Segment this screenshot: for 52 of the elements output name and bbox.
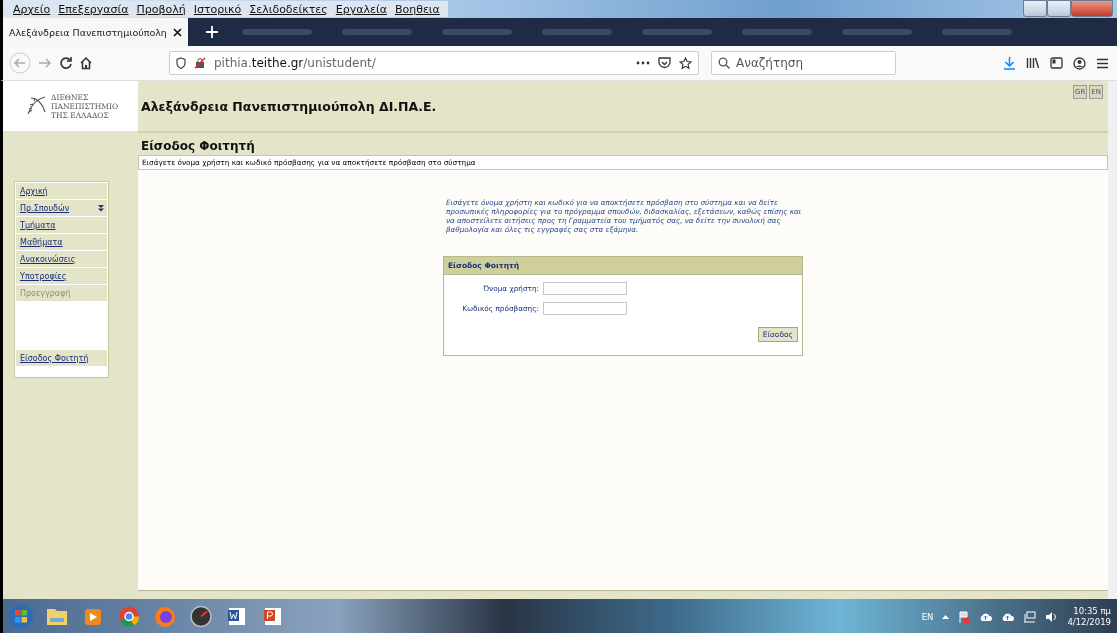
input-field[interactable] (543, 282, 627, 295)
menu-item[interactable]: Αρχείο (13, 2, 51, 16)
cloud-icon[interactable] (979, 611, 993, 622)
account-icon[interactable] (1073, 56, 1086, 70)
sidebar-item[interactable]: Πρ.Σπουδών (16, 200, 107, 216)
sidebar-icon[interactable] (1050, 57, 1063, 69)
menu-item[interactable]: Επεξεργασία (58, 2, 129, 16)
forward-icon[interactable] (37, 57, 53, 69)
menu-item[interactable]: Σελιδοδείκτες (249, 2, 328, 16)
flag-icon[interactable] (958, 610, 971, 623)
url-text: pithia.teithe.gr/unistudent/ (214, 56, 377, 70)
browser-tab[interactable]: Αλεξάνδρεια Πανεπιστημιούπολη (3, 18, 188, 46)
page-title: Είσοδος Φοιτητή (140, 138, 256, 155)
caret-icon[interactable] (942, 614, 950, 619)
minimize-button[interactable] (1023, 0, 1047, 17)
shield-icon[interactable] (176, 57, 186, 69)
clock-time[interactable]: 10:35 πμ (1073, 605, 1111, 617)
sidebar-item[interactable]: Ανακοινώσεις (16, 251, 107, 267)
menu-item[interactable]: Βοηθεια (394, 2, 440, 16)
network-icon[interactable] (1023, 610, 1037, 623)
maximize-button[interactable] (1047, 0, 1071, 17)
clock-date[interactable]: 4/12/2019 (1067, 616, 1111, 628)
search-field[interactable]: Αναζήτηση (711, 51, 896, 75)
search-icon (718, 57, 730, 69)
sidebar-item[interactable]: Υποτροφίες (16, 268, 107, 284)
more-icon[interactable] (636, 61, 650, 65)
pocket-icon[interactable] (658, 57, 671, 69)
menu-item[interactable]: Ιστορικό (193, 2, 242, 16)
language-indicator[interactable]: EN (921, 611, 934, 622)
cloud-icon[interactable] (1001, 611, 1015, 622)
star-icon[interactable] (679, 56, 692, 70)
home-icon[interactable] (79, 56, 93, 70)
sidebar-item[interactable]: Τμήματα (16, 217, 107, 233)
logo-icon (25, 95, 47, 117)
close-icon[interactable] (172, 27, 182, 37)
menu-item[interactable]: Εργαλεία (335, 2, 387, 16)
sidebar-item[interactable]: Μαθήματα (16, 234, 107, 250)
address-bar[interactable]: pithia.teithe.gr/unistudent/ (169, 51, 699, 75)
speaker-icon[interactable] (1045, 610, 1059, 623)
double-chevron-icon[interactable] (98, 204, 104, 212)
insecure-lock-icon[interactable] (194, 57, 206, 69)
download-icon[interactable] (1003, 56, 1016, 70)
close-button[interactable] (1071, 0, 1113, 17)
menu-icon[interactable] (1096, 57, 1109, 69)
input-field[interactable] (543, 302, 627, 315)
menu-item[interactable]: Προβολή (136, 2, 186, 16)
site-title: Αλεξάνδρεια Πανεπιστημιούπολη ΔΙ.ΠΑ.Ε. (141, 98, 437, 114)
sidebar-item[interactable]: Αρχική (16, 183, 107, 199)
scrollbar[interactable] (1108, 81, 1117, 599)
sidebar-item[interactable]: Είσοδος Φοιτητή (16, 350, 107, 366)
library-icon[interactable] (1026, 57, 1040, 69)
reload-icon[interactable] (59, 56, 73, 70)
